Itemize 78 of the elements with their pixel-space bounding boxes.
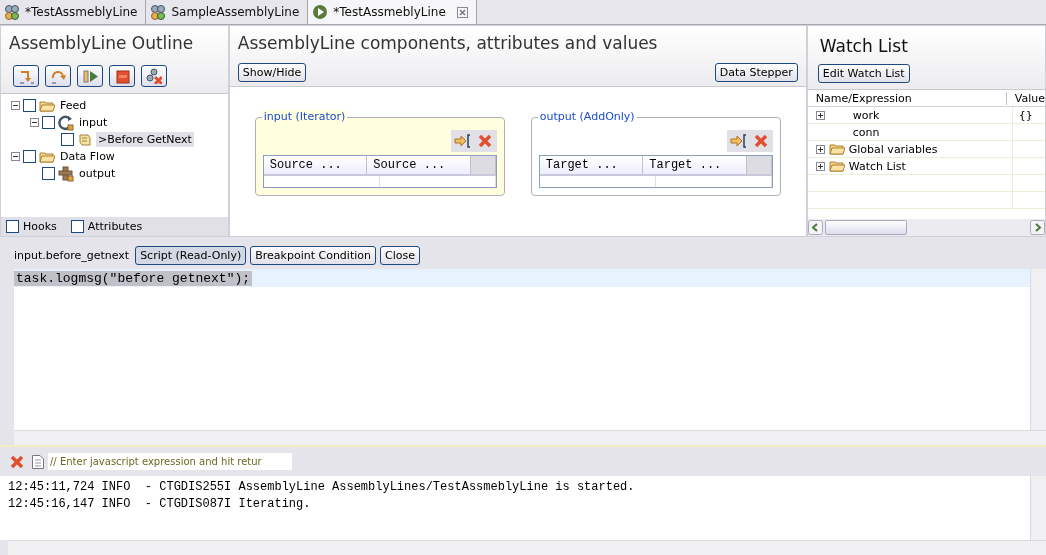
editor-tab[interactable]: SampleAssemblyLine: [146, 0, 309, 24]
expand-icon[interactable]: [815, 144, 825, 154]
tree-item[interactable]: Feed: [58, 98, 89, 113]
checkbox[interactable]: [6, 220, 19, 233]
editor-tab-button[interactable]: Close: [380, 246, 420, 265]
variable-name: work: [852, 108, 880, 122]
remove-icon: [146, 68, 162, 84]
checkbox[interactable]: [23, 150, 36, 163]
expand-icon[interactable]: [815, 110, 825, 120]
toolbar-button[interactable]: [77, 65, 103, 87]
tree-item[interactable]: output: [77, 166, 118, 181]
column-header[interactable]: Value: [1006, 91, 1045, 105]
close-icon[interactable]: [456, 6, 468, 18]
panel-title: Watch List: [818, 35, 909, 58]
arrow-bracket-icon[interactable]: [729, 134, 748, 148]
editor-tab-button[interactable]: Script (Read-Only): [135, 246, 247, 265]
circular-arrow-icon: [58, 114, 74, 131]
edit-watch-list-button[interactable]: Edit Watch List: [817, 64, 910, 83]
column-header[interactable]: Target ...: [643, 156, 747, 174]
connector-title: input (Iterator): [261, 110, 348, 123]
checkbox[interactable]: [23, 99, 36, 112]
cogs-icon: [150, 4, 167, 20]
stop-icon: [114, 68, 130, 84]
scrollbar[interactable]: [8, 540, 1046, 555]
toolbar-button[interactable]: [45, 65, 71, 87]
checkbox[interactable]: [70, 220, 84, 233]
scrollbar[interactable]: [14, 430, 1046, 445]
panel-title: AssemblyLine Outline: [8, 32, 195, 55]
log-line: 12:45:11,724 INFO - CTGDIS255I AssemblyLine AssemblyLines/TestAssmeblyLine is started.: [8, 479, 636, 496]
plug-icon: [58, 165, 74, 182]
delete-icon[interactable]: [753, 134, 768, 148]
show-hide-button[interactable]: Show/Hide: [237, 63, 307, 82]
tree-item[interactable]: >Before GetNext: [96, 132, 194, 147]
toolbar-button[interactable]: [141, 65, 167, 87]
connector-title: output (AddOnly): [537, 110, 637, 123]
column-header[interactable]: Source ...: [367, 156, 471, 174]
column-header[interactable]: Source ...: [263, 156, 368, 174]
cogs-icon: [4, 4, 20, 20]
curved-arrow-icon: [50, 68, 66, 84]
column-header[interactable]: Target ...: [539, 156, 644, 174]
checkbox-label[interactable]: Hooks: [23, 220, 57, 233]
scrollbar[interactable]: [1030, 269, 1046, 430]
tree-item[interactable]: input: [77, 115, 110, 130]
document-icon[interactable]: [32, 454, 44, 469]
toolbar-button[interactable]: [109, 65, 135, 87]
arrow-bracket-icon[interactable]: [453, 134, 472, 148]
scrollbar[interactable]: [807, 219, 1045, 236]
scroll-icon: [77, 131, 93, 148]
delete-icon[interactable]: [10, 454, 24, 469]
tree-item[interactable]: Data Flow: [58, 149, 117, 164]
collapse-icon[interactable]: [30, 118, 39, 127]
variable-name: conn: [852, 125, 880, 139]
delete-icon[interactable]: [477, 134, 492, 148]
play-icon: [312, 4, 329, 20]
checkbox[interactable]: [42, 116, 55, 129]
toolbar-button[interactable]: [13, 65, 39, 87]
checkbox[interactable]: [42, 167, 55, 180]
editor-tab[interactable]: *TestAssmeblyLine: [308, 0, 477, 24]
editor-tab-button[interactable]: Breakpoint Condition: [250, 246, 376, 265]
collapse-icon[interactable]: [11, 101, 20, 110]
script-name: input.before_getnext: [14, 249, 130, 262]
checkbox-label[interactable]: Attributes: [87, 220, 143, 233]
collapse-icon[interactable]: [11, 152, 20, 161]
variable-name: Global variables: [848, 142, 938, 156]
log-line: 12:45:16,147 INFO - CTGDIS087I Iterating.: [8, 496, 312, 513]
resume-icon: [82, 68, 98, 84]
scrollbar-thumb[interactable]: [824, 220, 907, 235]
variable-name: Watch List: [848, 159, 906, 173]
expand-icon[interactable]: [815, 161, 825, 171]
expression-field[interactable]: // Enter javascript expression and hit retur: [48, 453, 292, 470]
variable-value: {}: [1018, 108, 1033, 122]
scrollbar[interactable]: [1030, 476, 1046, 540]
editor-tab[interactable]: *TestAssmeblyLine: [0, 0, 147, 24]
step-arrow-icon: [18, 68, 34, 84]
data-stepper-button[interactable]: Data Stepper: [714, 63, 798, 82]
column-header[interactable]: Name/Expression: [807, 91, 1007, 105]
panel-title: AssemblyLine components, attributes and values: [236, 32, 659, 55]
checkbox[interactable]: [61, 133, 74, 146]
